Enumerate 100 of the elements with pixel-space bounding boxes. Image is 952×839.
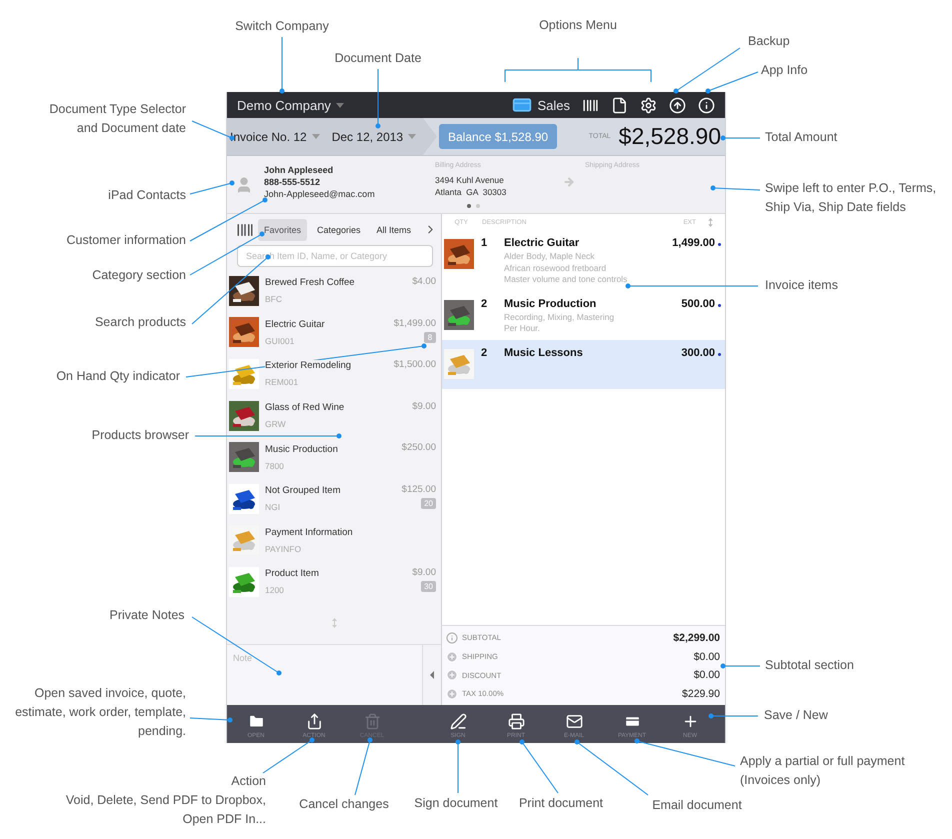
product-name[interactable]: Music Production bbox=[265, 444, 338, 455]
total-amount: $2,528.90 bbox=[618, 123, 721, 150]
product-name[interactable]: Glass of Red Wine bbox=[265, 402, 344, 414]
item-quantity: 1 bbox=[480, 236, 488, 251]
callout-label: Options Menu bbox=[538, 17, 618, 34]
callout-label: Customer information bbox=[66, 232, 186, 249]
leader-line bbox=[720, 136, 760, 140]
callout-label: Print document bbox=[518, 795, 604, 812]
document-icon[interactable] bbox=[611, 96, 628, 114]
caret-icon bbox=[408, 134, 416, 139]
callout-label: Save / New bbox=[764, 707, 829, 724]
pen-icon bbox=[450, 713, 466, 730]
product-price: $9.00 bbox=[412, 567, 436, 578]
leader-line bbox=[190, 180, 234, 194]
callout-label: On Hand Qty indicator bbox=[55, 368, 180, 385]
product-price: $4.00 bbox=[412, 276, 436, 287]
callout-label: Backup bbox=[748, 33, 791, 50]
invoice-item-row[interactable]: 2 Music Lessons 300.00 bbox=[442, 340, 725, 388]
leader-line bbox=[520, 740, 558, 794]
callout-label: Email document bbox=[651, 797, 743, 814]
item-name: Music Lessons bbox=[504, 346, 584, 358]
sales-mode-button[interactable]: Sales bbox=[512, 95, 570, 115]
on-hand-badge: 8 bbox=[424, 332, 436, 343]
callout-label: Open saved invoice, quote, estimate, work order, template, pending. bbox=[14, 685, 186, 740]
document-type-selector[interactable]: Invoice No. 12 bbox=[230, 130, 320, 144]
callout-label: Invoice items bbox=[765, 277, 839, 294]
product-name[interactable]: Electric Guitar bbox=[265, 318, 325, 330]
customer-phone: 888-555-5512 bbox=[264, 177, 322, 187]
document-date-selector[interactable]: Dec 12, 2013 bbox=[332, 130, 416, 144]
callout-label: App Info bbox=[761, 62, 809, 79]
page-dot[interactable] bbox=[476, 204, 480, 208]
leader-line bbox=[190, 718, 232, 722]
leader-line bbox=[710, 186, 760, 190]
product-price: $1,499.00 bbox=[394, 318, 436, 329]
leader-line bbox=[720, 664, 760, 668]
product-name[interactable]: Not Grouped Item bbox=[265, 485, 341, 496]
category-tab[interactable]: Favorites bbox=[258, 218, 308, 240]
product-name[interactable]: Product Item bbox=[265, 568, 319, 580]
product-price: $1,500.00 bbox=[394, 359, 436, 370]
callout-label: Products browser bbox=[90, 427, 189, 444]
callout-label: Cancel changes bbox=[298, 796, 390, 813]
product-code: GUI001 bbox=[265, 336, 296, 346]
product-code: 7800 bbox=[265, 460, 285, 471]
resize-handle-icon[interactable] bbox=[332, 618, 336, 628]
product-name[interactable]: Payment Information bbox=[265, 526, 353, 538]
item-detail: Alder Body, Maple Neck bbox=[504, 251, 596, 262]
on-hand-badge: 20 bbox=[421, 498, 436, 509]
item-amount: 1,499.00 bbox=[672, 236, 715, 251]
status-dot bbox=[718, 304, 721, 306]
callout-label: iPad Contacts bbox=[107, 187, 186, 204]
total-value: $229.90 bbox=[682, 688, 720, 700]
status-dot bbox=[718, 243, 721, 246]
leader-line bbox=[708, 714, 758, 718]
category-tab[interactable]: Categories bbox=[311, 218, 367, 240]
total-value: $0.00 bbox=[694, 669, 720, 682]
total-value: $0.00 bbox=[694, 650, 720, 663]
customer-email: John-Appleseed@mac.com bbox=[264, 189, 376, 199]
callout-label: Category section bbox=[91, 267, 186, 284]
address-line: Atlanta GA 30303 bbox=[435, 187, 508, 197]
arrow-icon bbox=[563, 176, 575, 188]
printer-icon bbox=[508, 713, 524, 730]
callout-label: Action Void, Delete, Send PDF to Dropbox, Open PDF In... bbox=[64, 773, 266, 828]
product-price: $125.00 bbox=[402, 484, 436, 495]
product-price: $9.00 bbox=[412, 400, 436, 412]
callout-label: Subtotal section bbox=[765, 657, 855, 674]
item-detail: Recording, Mixing, Mastering bbox=[504, 312, 616, 323]
product-code: NGI bbox=[265, 502, 282, 512]
upload-icon[interactable] bbox=[669, 96, 686, 114]
item-detail: African rosewood fretboard bbox=[504, 262, 608, 274]
status-dot bbox=[718, 352, 721, 356]
settings-icon[interactable] bbox=[640, 96, 657, 114]
on-hand-badge: 30 bbox=[421, 581, 436, 592]
caret-icon bbox=[312, 134, 320, 139]
callout-label: Switch Company bbox=[234, 18, 330, 35]
caret-icon[interactable] bbox=[430, 671, 434, 679]
item-name: Electric Guitar bbox=[504, 237, 580, 249]
share-icon bbox=[306, 713, 322, 730]
callout-label: Document Date bbox=[334, 50, 422, 67]
product-code: BFC bbox=[265, 294, 283, 304]
product-name[interactable]: Exterior Remodeling bbox=[265, 360, 352, 372]
callout-label: Total Amount bbox=[765, 129, 838, 146]
item-detail: Master volume and tone controls bbox=[504, 274, 628, 286]
category-tab[interactable]: All Items bbox=[370, 218, 418, 240]
product-name[interactable]: Brewed Fresh Coffee bbox=[265, 277, 355, 288]
callout-label: Apply a partial or full payment (Invoices only) bbox=[740, 753, 906, 789]
page-dot[interactable] bbox=[467, 204, 471, 208]
item-quantity: 2 bbox=[480, 346, 488, 360]
caret-icon bbox=[336, 102, 344, 108]
mail-icon bbox=[566, 713, 582, 730]
leader-line bbox=[262, 738, 314, 774]
company-switcher[interactable]: Demo Company bbox=[237, 98, 344, 112]
product-code: REM001 bbox=[265, 377, 300, 388]
item-amount: 500.00 bbox=[681, 296, 715, 312]
item-name: Music Production bbox=[504, 298, 598, 310]
product-code: GRW bbox=[265, 419, 287, 430]
customer-name: John Appleseed bbox=[264, 165, 334, 175]
product-price: $250.00 bbox=[402, 442, 436, 454]
callout-label: Private Notes bbox=[108, 607, 186, 624]
item-amount: 300.00 bbox=[681, 346, 715, 360]
product-code: 1200 bbox=[265, 585, 285, 596]
